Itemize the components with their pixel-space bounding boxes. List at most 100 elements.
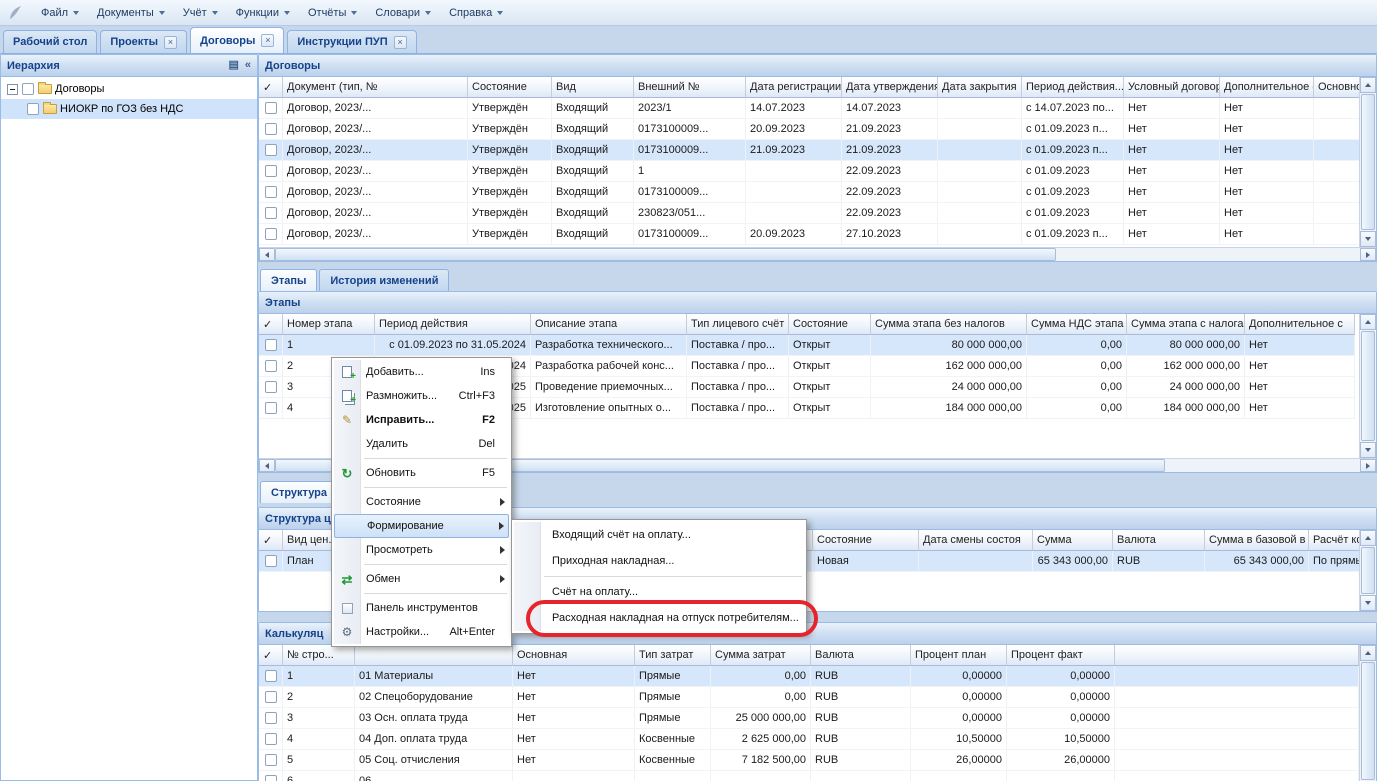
scrollbar-thumb[interactable]: [1361, 547, 1375, 594]
menu-item-refresh[interactable]: ↻ Обновить F5: [334, 461, 509, 485]
column-header[interactable]: Сумма затрат: [711, 645, 811, 666]
menubar-item[interactable]: Файл: [32, 0, 88, 25]
menubar-item[interactable]: Отчёты: [299, 0, 366, 25]
column-header[interactable]: Период действия...: [1022, 77, 1124, 98]
column-header[interactable]: Дата регистрации: [746, 77, 842, 98]
tree-checkbox[interactable]: [27, 103, 39, 115]
row-checkbox[interactable]: [265, 733, 277, 745]
scroll-right-icon[interactable]: [1360, 248, 1376, 261]
row-checkbox[interactable]: [265, 144, 277, 156]
column-header[interactable]: Период действия: [375, 314, 531, 335]
menu-item-delete[interactable]: Удалить Del: [334, 432, 509, 456]
column-header[interactable]: Сумма этапа с налогами: [1127, 314, 1245, 335]
contract-row[interactable]: Договор, 2023/... Утверждён Входящий 017…: [259, 119, 1359, 140]
column-header[interactable]: [1115, 645, 1359, 666]
calculation-row[interactable]: 1 01 Материалы Нет Прямые 0,00 RUB 0,000…: [259, 666, 1359, 687]
tab-close-icon[interactable]: ×: [164, 36, 177, 49]
tree-node-contracts[interactable]: Договоры: [1, 79, 257, 99]
column-header[interactable]: Сумма этапа без налогов: [871, 314, 1027, 335]
tree-checkbox[interactable]: [22, 83, 34, 95]
column-header[interactable]: ✓: [259, 645, 283, 666]
submenu-item-outgoing-delivery-note[interactable]: Расходная накладная на отпуск потребител…: [514, 605, 804, 631]
row-checkbox[interactable]: [265, 402, 277, 414]
scroll-down-icon[interactable]: [1360, 231, 1376, 247]
column-header[interactable]: Валюта: [811, 645, 911, 666]
row-checkbox[interactable]: [265, 555, 277, 567]
horizontal-scrollbar[interactable]: [259, 247, 1376, 261]
column-header[interactable]: Сумма в базовой в: [1205, 530, 1309, 551]
column-header[interactable]: Состояние: [813, 530, 919, 551]
row-checkbox[interactable]: [265, 670, 277, 682]
menu-item-exchange[interactable]: ⇄ Обмен: [334, 567, 509, 591]
tab-structure[interactable]: Структура: [260, 481, 338, 503]
scrollbar-thumb[interactable]: [1361, 94, 1375, 230]
tab-change-history[interactable]: История изменений: [319, 269, 449, 291]
scroll-up-icon[interactable]: [1360, 645, 1376, 661]
contract-row[interactable]: Договор, 2023/... Утверждён Входящий 202…: [259, 98, 1359, 119]
calculation-row[interactable]: 5 05 Соц. отчисления Нет Косвенные 7 182…: [259, 750, 1359, 771]
menu-item-settings[interactable]: ⚙ Настройки... Alt+Enter: [334, 620, 509, 644]
tab-stages[interactable]: Этапы: [260, 269, 317, 291]
row-checkbox[interactable]: [265, 381, 277, 393]
column-header[interactable]: Дополнительное с: [1245, 314, 1355, 335]
tab-close-icon[interactable]: ×: [261, 34, 274, 47]
scroll-left-icon[interactable]: [259, 459, 275, 472]
tab-contracts[interactable]: Договоры ×: [190, 27, 284, 53]
row-checkbox[interactable]: [265, 123, 277, 135]
hierarchy-view-icon[interactable]: ▤: [228, 60, 238, 71]
column-header[interactable]: ✓: [259, 77, 283, 98]
tab-close-icon[interactable]: ×: [394, 36, 407, 49]
menubar-item[interactable]: Документы: [88, 0, 174, 25]
column-header[interactable]: Процент план: [911, 645, 1007, 666]
collapse-expander-icon[interactable]: [7, 84, 18, 95]
column-header[interactable]: Дата утверждения: [842, 77, 938, 98]
tab-instructions[interactable]: Инструкции ПУП ×: [287, 30, 416, 53]
menu-item-toolbar-toggle[interactable]: Панель инструментов: [334, 596, 509, 620]
column-header[interactable]: Тип затрат: [635, 645, 711, 666]
submenu-item-incoming-invoice[interactable]: Входящий счёт на оплату...: [514, 522, 804, 548]
menubar-item[interactable]: Учёт: [174, 0, 227, 25]
scroll-down-icon[interactable]: [1360, 442, 1376, 458]
column-header[interactable]: Описание этапа: [531, 314, 687, 335]
menu-item-preview[interactable]: Просмотреть: [334, 538, 509, 562]
vertical-scrollbar[interactable]: [1359, 314, 1376, 458]
column-header[interactable]: Внешний №: [634, 77, 746, 98]
scroll-left-icon[interactable]: [259, 248, 275, 261]
calculation-row[interactable]: 4 04 Доп. оплата труда Нет Косвенные 2 6…: [259, 729, 1359, 750]
contract-row[interactable]: Договор, 2023/... Утверждён Входящий 1 2…: [259, 161, 1359, 182]
menu-item-add[interactable]: + Добавить... Ins: [334, 360, 509, 384]
row-checkbox[interactable]: [265, 360, 277, 372]
column-header[interactable]: Условный договор: [1124, 77, 1220, 98]
tab-projects[interactable]: Проекты ×: [100, 30, 187, 53]
column-header[interactable]: Процент факт: [1007, 645, 1115, 666]
column-header[interactable]: Вид: [552, 77, 634, 98]
calculation-row[interactable]: 3 03 Осн. оплата труда Нет Прямые 25 000…: [259, 708, 1359, 729]
column-header[interactable]: Номер этапа: [283, 314, 375, 335]
column-header[interactable]: Дополнительное с: [1220, 77, 1314, 98]
column-header[interactable]: Дата смены состоя: [919, 530, 1033, 551]
menubar-item[interactable]: Функции: [227, 0, 299, 25]
row-checkbox[interactable]: [265, 207, 277, 219]
column-header[interactable]: Документ (тип, №: [283, 77, 468, 98]
calculation-row[interactable]: 6 06: [259, 771, 1359, 781]
menubar-item[interactable]: Словари: [366, 0, 440, 25]
column-header[interactable]: [355, 645, 513, 666]
column-header[interactable]: Сумма НДС этапа: [1027, 314, 1127, 335]
column-header[interactable]: Основной договор: [1314, 77, 1359, 98]
column-header[interactable]: Состояние: [789, 314, 871, 335]
scroll-down-icon[interactable]: [1360, 595, 1376, 611]
tree-node-niokr[interactable]: НИОКР по ГОЗ без НДС: [1, 99, 257, 119]
row-checkbox[interactable]: [265, 691, 277, 703]
vertical-scrollbar[interactable]: [1359, 645, 1376, 781]
contract-row[interactable]: Договор, 2023/... Утверждён Входящий 017…: [259, 224, 1359, 245]
calculation-row[interactable]: 2 02 Спецоборудование Нет Прямые 0,00 RU…: [259, 687, 1359, 708]
collapse-panel-icon[interactable]: «: [245, 60, 251, 71]
contract-row[interactable]: Договор, 2023/... Утверждён Входящий 017…: [259, 182, 1359, 203]
column-header[interactable]: ✓: [259, 314, 283, 335]
column-header[interactable]: Основная: [513, 645, 635, 666]
scrollbar-thumb[interactable]: [1361, 331, 1375, 441]
row-checkbox[interactable]: [265, 228, 277, 240]
column-header[interactable]: Валюта: [1113, 530, 1205, 551]
menu-item-formation[interactable]: Формирование: [334, 514, 509, 538]
row-checkbox[interactable]: [265, 712, 277, 724]
